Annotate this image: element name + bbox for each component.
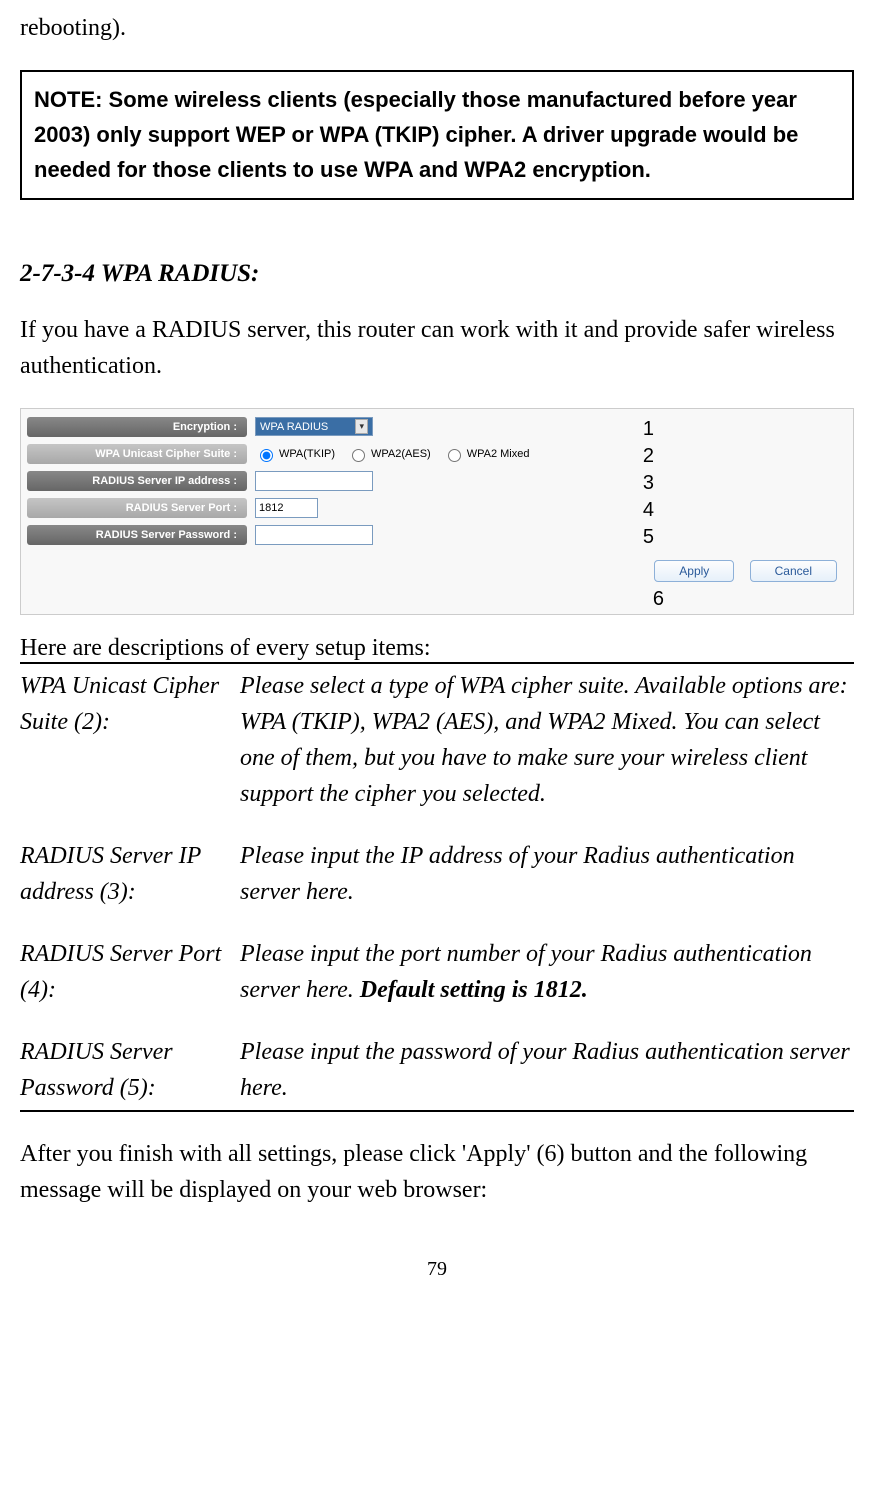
desc-term-radius-pw: RADIUS Server Password (5):	[20, 1034, 240, 1106]
desc-term-radius-port: RADIUS Server Port (4):	[20, 936, 240, 1008]
encryption-select[interactable]: WPA RADIUS ▾	[255, 417, 373, 436]
cancel-button[interactable]: Cancel	[750, 560, 837, 582]
callout-1: 1	[643, 418, 654, 441]
outro-paragraph: After you finish with all settings, plea…	[20, 1136, 854, 1208]
callout-5: 5	[643, 526, 654, 549]
radius-port-input[interactable]	[255, 498, 318, 518]
radio-wpa2-mixed[interactable]: WPA2 Mixed	[443, 446, 530, 462]
callout-2: 2	[643, 445, 654, 468]
radius-ip-input[interactable]	[255, 471, 373, 491]
encryption-value: WPA RADIUS	[260, 421, 328, 433]
intro-paragraph: If you have a RADIUS server, this router…	[20, 312, 854, 384]
router-screenshot: Encryption : WPA RADIUS ▾ WPA Unicast Ci…	[20, 408, 854, 615]
desc-def-radius-pw: Please input the password of your Radius…	[240, 1034, 854, 1106]
section-heading: 2-7-3-4 WPA RADIUS:	[20, 260, 854, 288]
desc-def-cipher: Please select a type of WPA cipher suite…	[240, 668, 854, 812]
cipher-suite-label: WPA Unicast Cipher Suite :	[27, 444, 247, 464]
description-table: WPA Unicast Cipher Suite (2): Please sel…	[20, 662, 854, 1112]
description-caption: Here are descriptions of every setup ite…	[20, 635, 854, 662]
callout-6: 6	[653, 588, 664, 611]
radius-password-label: RADIUS Server Password :	[27, 525, 247, 545]
radius-password-input[interactable]	[255, 525, 373, 545]
apply-button[interactable]: Apply	[654, 560, 734, 582]
desc-term-radius-ip: RADIUS Server IP address (3):	[20, 838, 240, 910]
desc-def-radius-port: Please input the port number of your Rad…	[240, 936, 854, 1008]
desc-term-cipher: WPA Unicast Cipher Suite (2):	[20, 668, 240, 812]
radius-port-label: RADIUS Server Port :	[27, 498, 247, 518]
callout-4: 4	[643, 499, 654, 522]
dropdown-arrow-icon: ▾	[355, 419, 368, 434]
radius-ip-label: RADIUS Server IP address :	[27, 471, 247, 491]
callout-3: 3	[643, 472, 654, 495]
desc-def-radius-ip: Please input the IP address of your Radi…	[240, 838, 854, 910]
radio-wpa2-aes[interactable]: WPA2(AES)	[347, 446, 431, 462]
fragment-text: rebooting).	[20, 10, 854, 46]
encryption-label: Encryption :	[27, 417, 247, 437]
radio-wpa-tkip[interactable]: WPA(TKIP)	[255, 446, 335, 462]
note-box: NOTE: Some wireless clients (especially …	[20, 70, 854, 200]
page-number: 79	[20, 1258, 854, 1281]
